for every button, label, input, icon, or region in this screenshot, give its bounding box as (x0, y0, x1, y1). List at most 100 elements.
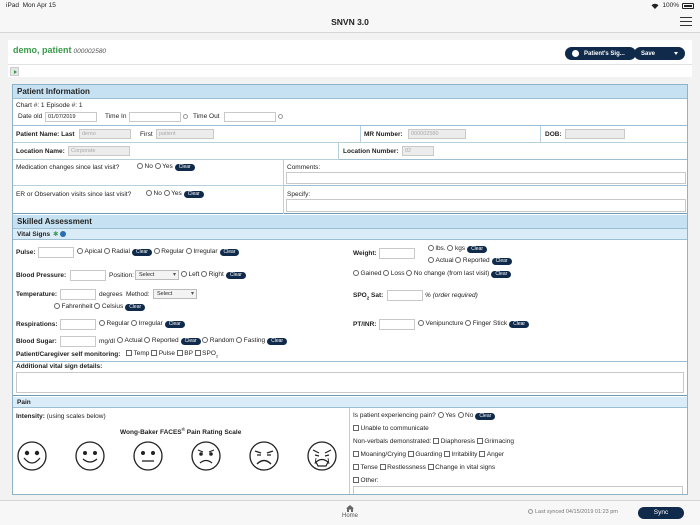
no-radio[interactable] (457, 412, 464, 418)
specify-input[interactable] (286, 199, 686, 212)
mr-number-input[interactable]: 000002580 (408, 129, 466, 139)
restlessness-checkbox[interactable] (379, 464, 386, 470)
clock-icon[interactable] (278, 114, 283, 119)
spo2-input[interactable] (387, 290, 423, 301)
clear-button[interactable]: Clear (509, 320, 530, 328)
tense-checkbox[interactable] (353, 464, 359, 470)
grimacing-checkbox[interactable] (476, 438, 483, 444)
irregular-radio[interactable] (185, 248, 192, 254)
patient-signature-button[interactable]: Patient's Sig... (565, 47, 636, 60)
other-input[interactable] (353, 486, 683, 494)
bp-checkbox[interactable] (176, 350, 183, 356)
kgs-radio[interactable] (447, 245, 454, 251)
yes-radio[interactable] (437, 412, 444, 418)
radial-radio[interactable] (104, 248, 111, 254)
face-8-icon[interactable] (248, 440, 280, 472)
time-out-input[interactable] (224, 112, 276, 122)
clear-button[interactable]: Clear (131, 248, 152, 256)
method-select[interactable]: Select (153, 289, 197, 299)
position-select[interactable]: Select (135, 270, 179, 280)
vitals-change-checkbox[interactable] (427, 464, 434, 470)
pulse-checkbox[interactable] (151, 350, 158, 356)
irregular-radio[interactable] (131, 320, 138, 326)
clear-button[interactable]: Clear (267, 337, 288, 345)
other-option: Other: (353, 477, 379, 484)
clear-button[interactable]: Clear (180, 337, 201, 345)
time-in-input[interactable] (129, 112, 181, 122)
unable-checkbox[interactable] (353, 425, 359, 431)
irritability-checkbox[interactable] (443, 451, 450, 457)
loss-radio[interactable] (383, 270, 390, 276)
blood-pressure-input[interactable] (70, 270, 106, 281)
save-button[interactable]: Save (634, 47, 685, 60)
play-icon[interactable] (10, 67, 19, 76)
spo2-checkbox[interactable] (194, 350, 201, 356)
blood-sugar-input[interactable] (60, 336, 96, 347)
random-radio[interactable] (202, 337, 209, 343)
respirations-input[interactable] (60, 319, 96, 330)
moaning-checkbox[interactable] (353, 451, 359, 457)
actual-radio[interactable] (117, 337, 123, 343)
location-name-input[interactable]: Corporate (68, 146, 130, 156)
location-number-input[interactable]: 02 (402, 146, 434, 156)
face-10-icon[interactable] (306, 440, 338, 472)
clear-button[interactable]: Clear (174, 163, 195, 171)
ptinr-input[interactable] (379, 319, 415, 330)
additional-details-input[interactable] (16, 372, 684, 393)
face-2-icon[interactable] (74, 440, 106, 472)
anger-checkbox[interactable] (479, 451, 486, 457)
clear-button[interactable]: Clear (491, 257, 512, 265)
fahrenheit-radio[interactable] (54, 303, 60, 309)
yes-radio[interactable] (163, 190, 170, 196)
clear-button[interactable]: Clear (219, 248, 240, 256)
first-name-input[interactable]: patient (156, 129, 214, 139)
dob-input[interactable] (565, 129, 625, 139)
reported-radio[interactable] (455, 257, 462, 263)
clear-button[interactable]: Clear (164, 320, 185, 328)
venipuncture-radio[interactable] (418, 320, 424, 326)
date-input[interactable]: 01/07/2019 (45, 112, 97, 122)
status-right: 100% (651, 2, 694, 9)
apical-radio[interactable] (77, 248, 83, 254)
clear-button[interactable]: Clear (125, 303, 146, 311)
clear-button[interactable]: Clear (475, 412, 496, 420)
reported-radio[interactable] (144, 337, 151, 343)
no-radio[interactable] (146, 190, 152, 196)
weight-input[interactable] (379, 248, 415, 259)
clock-icon[interactable] (183, 114, 188, 119)
clear-button[interactable]: Clear (467, 245, 488, 253)
no-radio[interactable] (137, 163, 143, 169)
celsius-radio[interactable] (94, 303, 101, 309)
yes-radio[interactable] (154, 163, 161, 169)
last-name-input[interactable]: demo (79, 129, 131, 139)
tab-home[interactable]: Home (337, 505, 363, 519)
right-radio[interactable] (201, 271, 208, 277)
lbs-radio[interactable] (428, 245, 434, 251)
comments-input[interactable] (286, 172, 686, 184)
pulse-input[interactable] (38, 247, 74, 258)
sync-button[interactable]: Sync (638, 507, 684, 519)
fasting-radio[interactable] (236, 337, 243, 343)
temperature-input[interactable] (60, 289, 96, 300)
no-change-radio[interactable] (406, 270, 413, 276)
clear-button[interactable]: Clear (225, 271, 246, 279)
guarding-checkbox[interactable] (407, 451, 414, 457)
info-icon[interactable] (59, 231, 66, 237)
left-radio[interactable] (181, 271, 187, 277)
degrees-label: degrees (99, 291, 123, 298)
nav-bar: SNVN 3.0 (0, 11, 700, 33)
clear-button[interactable]: Clear (491, 270, 512, 278)
other-checkbox[interactable] (353, 477, 359, 483)
clear-button[interactable]: Clear (183, 190, 204, 198)
menu-icon[interactable] (680, 17, 692, 26)
face-0-icon[interactable] (16, 440, 48, 472)
diaphoresis-checkbox[interactable] (433, 438, 440, 444)
gained-radio[interactable] (353, 270, 359, 276)
regular-radio[interactable] (99, 320, 105, 326)
actual-radio[interactable] (428, 257, 434, 263)
temp-checkbox[interactable] (126, 350, 132, 356)
face-6-icon[interactable] (190, 440, 222, 472)
regular-radio[interactable] (153, 248, 160, 254)
finger-stick-radio[interactable] (465, 320, 472, 326)
face-4-icon[interactable] (132, 440, 164, 472)
